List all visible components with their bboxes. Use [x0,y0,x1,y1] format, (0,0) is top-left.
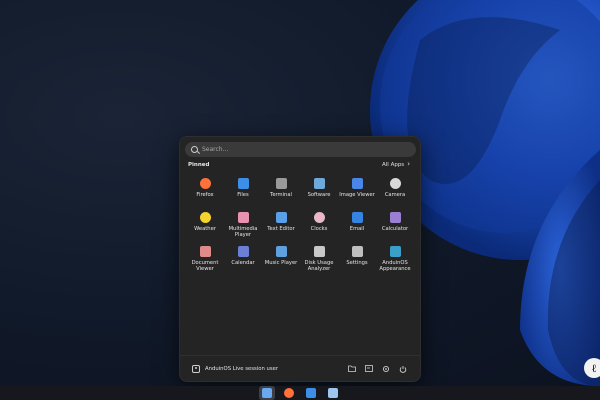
image-viewer-icon [351,178,363,189]
pinned-app[interactable]: Terminal [262,176,300,210]
pinned-app-label: Camera [384,192,406,198]
pinned-app[interactable]: Calculator [376,210,414,244]
pinned-app-label: Settings [346,260,368,266]
pinned-app[interactable]: Firefox [186,176,224,210]
pinned-app[interactable]: Multimedia Player [224,210,262,244]
all-apps-label: All Apps [382,161,405,168]
pinned-app[interactable]: Disk Usage Analyzer [300,244,338,278]
power-button[interactable] [398,364,408,374]
taskbar [0,386,600,400]
firefox-icon [284,388,294,398]
search-placeholder: Search... [202,146,229,153]
calculator-icon [389,212,401,223]
pinned-app-label: Calendar [231,260,255,266]
gear-icon [382,365,390,372]
taskbar-item[interactable] [325,386,341,400]
pinned-heading: Pinned [188,162,210,168]
pinned-app-label: Clocks [310,226,328,232]
power-icon [399,365,407,373]
pinned-app[interactable]: Email [338,210,376,244]
disk-usage-analyzer-icon [313,246,325,257]
pinned-app[interactable]: Weather [186,210,224,244]
menu-footer: AnduinOS Live session user [180,355,420,381]
software-icon [313,178,325,189]
pinned-app[interactable]: Image Viewer [338,176,376,210]
pinned-app[interactable]: Music Player [262,244,300,278]
text-editor-icon [328,388,338,398]
pinned-app[interactable]: Text Editor [262,210,300,244]
multimedia-player-icon [237,212,249,223]
user-icon [192,364,200,373]
search-icon [191,146,198,153]
document-viewer-icon [199,246,211,257]
terminal-icon [275,178,287,189]
pinned-app-label: Calculator [381,226,409,232]
pinned-app-label: Multimedia Player [228,226,258,239]
pinned-app[interactable]: Clocks [300,210,338,244]
clocks-icon [313,212,325,223]
all-apps-button[interactable]: All Apps › [382,161,410,168]
pinned-app-label: Text Editor [267,226,295,232]
music-player-icon [275,246,287,257]
email-icon [351,212,363,223]
search-input[interactable]: Search... [185,142,416,157]
pinned-app-label: AnduinOS Appearance [379,260,411,273]
pinned-app-label: Software [307,192,331,198]
chevron-right-icon: › [407,160,410,168]
files-icon [237,178,249,189]
pinned-app-label: Files [237,192,249,198]
corner-logo-glyph: ℓ [591,361,597,375]
pinned-app-label: Image Viewer [339,192,375,198]
pinned-app[interactable]: Files [224,176,262,210]
start-menu-icon [262,388,272,398]
folder-icon [348,365,356,372]
taskbar-item[interactable] [281,386,297,400]
pinned-app[interactable]: Document Viewer [186,244,224,278]
folder-button[interactable] [347,364,357,374]
appearance-icon [389,246,401,257]
settings-icon [351,246,363,257]
camera-icon [389,178,401,189]
pinned-app[interactable]: AnduinOS Appearance [376,244,414,278]
firefox-icon [199,178,211,189]
pinned-app[interactable]: Software [300,176,338,210]
pinned-app-label: Email [349,226,365,232]
pinned-app[interactable]: Settings [338,244,376,278]
pinned-app[interactable]: Calendar [224,244,262,278]
files-icon [306,388,316,398]
file-manager-button[interactable] [364,364,374,374]
pinned-apps-grid: Firefox Files Terminal Software Image Viewer… [186,176,416,278]
text-editor-icon [275,212,287,223]
pinned-app[interactable]: Camera [376,176,414,210]
weather-icon [199,212,211,223]
pinned-app-label: Document Viewer [191,260,219,273]
settings-button[interactable] [381,364,391,374]
corner-logo-badge: ℓ [584,358,600,378]
taskbar-item[interactable] [259,386,275,400]
pinned-app-label: Weather [194,226,216,232]
user-name[interactable]: AnduinOS Live session user [205,366,340,372]
calendar-icon [237,246,249,257]
pinned-app-label: Firefox [196,192,214,198]
pinned-app-label: Disk Usage Analyzer [304,260,334,273]
pinned-app-label: Music Player [264,260,298,266]
file-manager-icon [365,365,373,372]
start-menu: Search... Pinned All Apps › Firefox Files… [179,136,421,382]
pinned-app-label: Terminal [270,192,292,198]
taskbar-item[interactable] [303,386,319,400]
